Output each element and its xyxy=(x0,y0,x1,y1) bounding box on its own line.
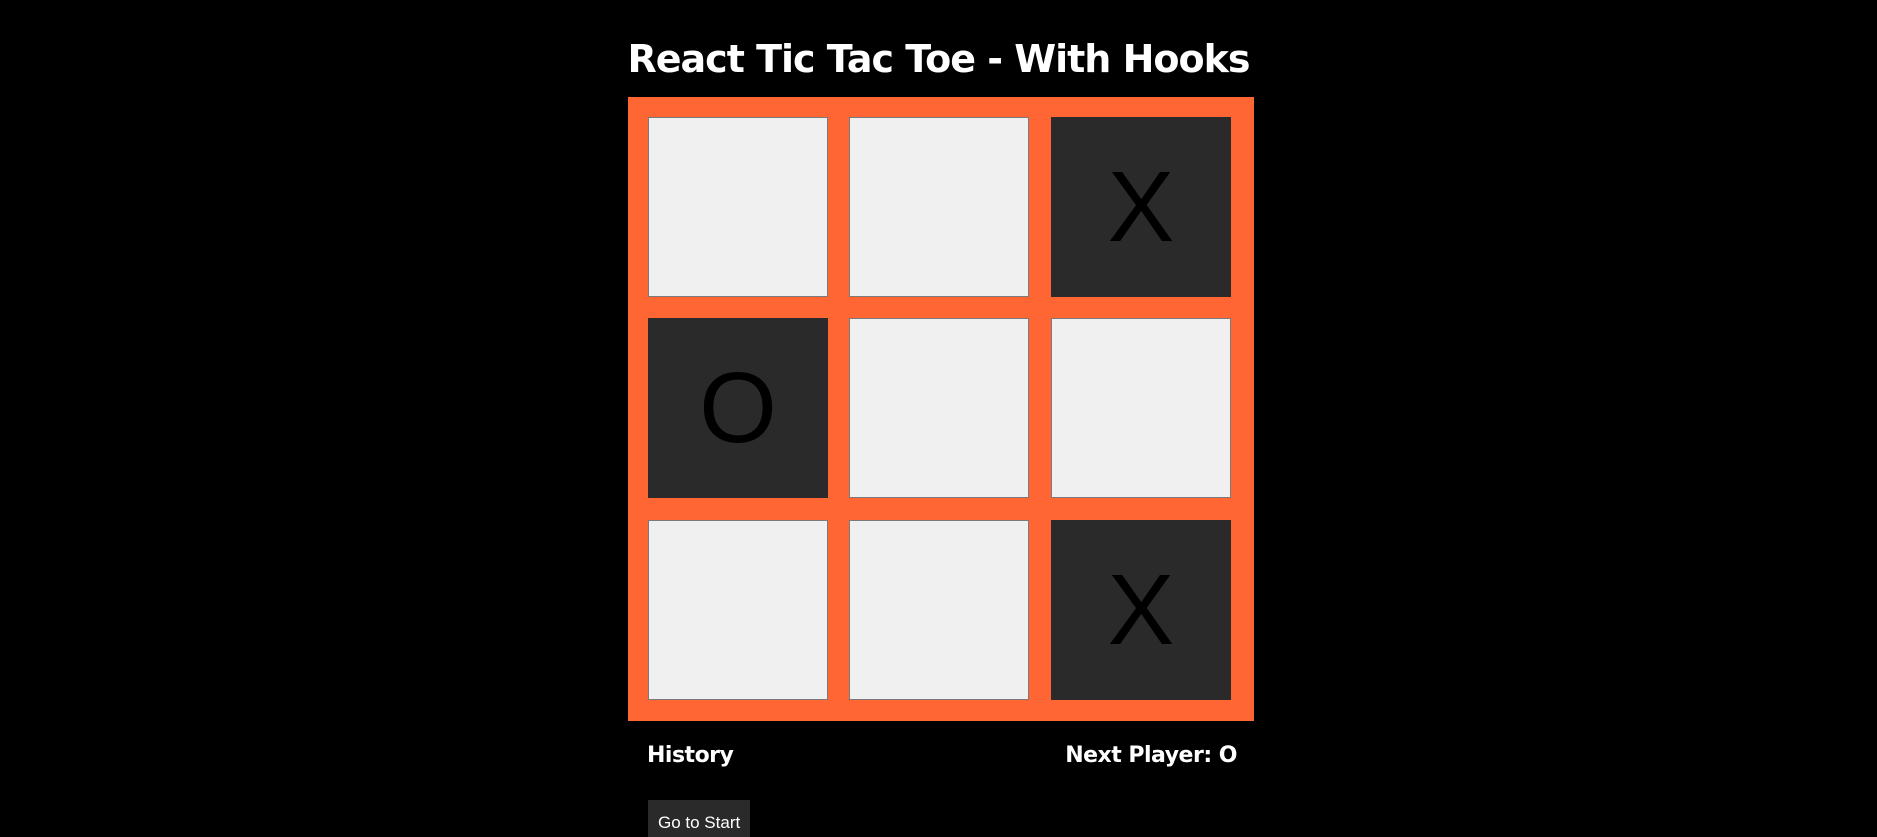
board-cell-1[interactable] xyxy=(648,117,828,297)
board-cell-9[interactable]: X xyxy=(1051,520,1231,700)
page-title: React Tic Tac Toe - With Hooks xyxy=(627,37,1251,82)
game-board: X O X xyxy=(628,97,1254,721)
board-cell-2[interactable] xyxy=(849,117,1029,297)
history-heading: History xyxy=(647,743,734,768)
go-to-start-button[interactable]: Go to Start xyxy=(648,800,751,837)
board-cell-6[interactable] xyxy=(1051,318,1231,498)
next-player-status: Next Player: O xyxy=(1065,743,1237,768)
board-cell-4[interactable]: O xyxy=(648,318,828,498)
board-cell-8[interactable] xyxy=(849,520,1029,700)
board-cell-3[interactable]: X xyxy=(1051,117,1231,297)
board-cell-5[interactable] xyxy=(849,318,1029,498)
board-cell-7[interactable] xyxy=(648,520,828,700)
